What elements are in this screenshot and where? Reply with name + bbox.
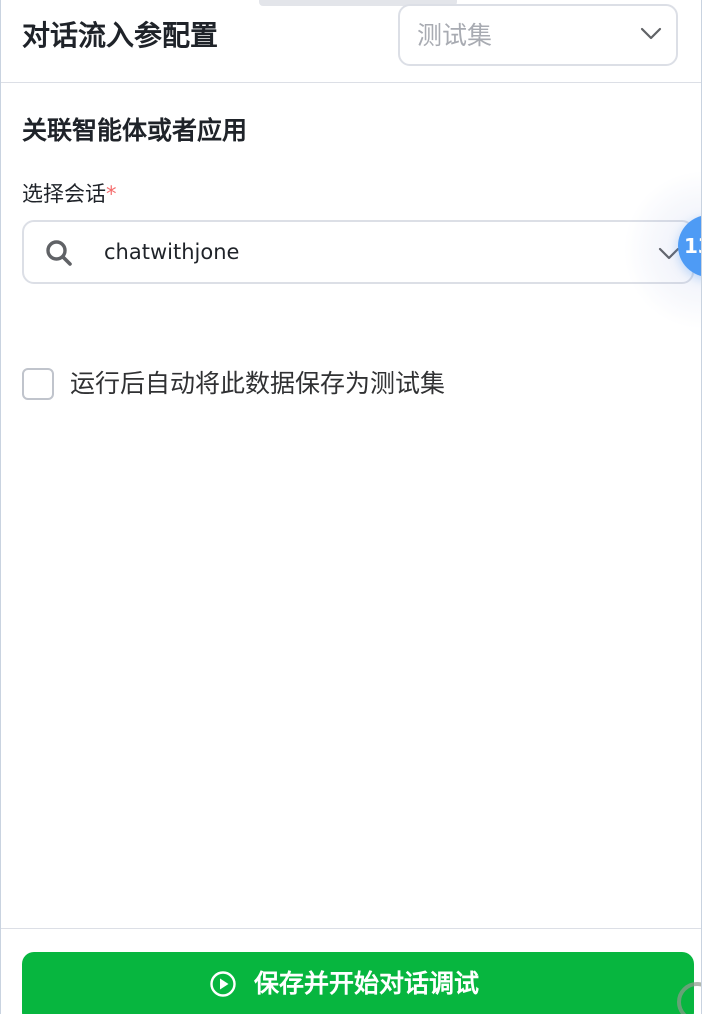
section-title: 关联智能体或者应用: [22, 116, 248, 145]
save-as-testset-label[interactable]: 运行后自动将此数据保存为测试集: [70, 366, 445, 402]
session-label-text: 选择会话: [22, 182, 106, 206]
panel-title: 对话流入参配置: [22, 19, 219, 52]
testset-placeholder: 测试集: [417, 21, 493, 50]
play-circle-icon: [210, 971, 236, 997]
test-run-panel: 对话流入参配置 测试集 关联智能体或者应用 选择会话* chatwithjone…: [0, 0, 702, 1014]
session-field-label: 选择会话*: [22, 178, 117, 210]
save-as-testset-checkbox[interactable]: [22, 368, 54, 400]
chevron-down-icon: [640, 27, 662, 40]
session-value: chatwithjone: [104, 240, 240, 264]
save-and-start-debug-label: 保存并开始对话调试: [254, 969, 480, 998]
save-and-start-debug-button[interactable]: 保存并开始对话调试: [22, 952, 694, 1014]
required-mark: *: [106, 182, 117, 206]
panel-header: 对话流入参配置 测试集: [1, 0, 701, 83]
session-select[interactable]: chatwithjone: [22, 220, 694, 284]
testset-select[interactable]: 测试集: [398, 4, 678, 66]
search-icon: [46, 240, 72, 266]
